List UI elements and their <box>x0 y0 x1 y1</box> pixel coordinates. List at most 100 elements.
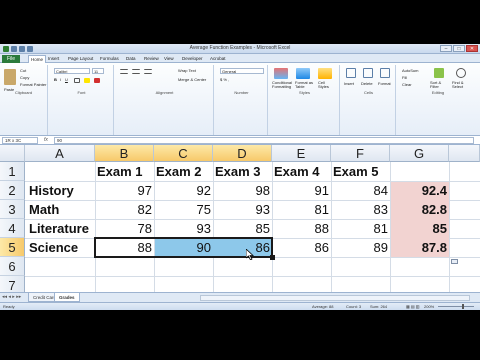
horizontal-scrollbar[interactable] <box>200 295 470 301</box>
clear-button[interactable]: Clear <box>402 82 412 87</box>
wrap-text-button[interactable]: Wrap Text <box>178 68 196 73</box>
cell-header[interactable]: Exam 2 <box>156 162 202 181</box>
row-header[interactable]: 1 <box>0 162 25 181</box>
sheet-nav-arrows-icon[interactable]: ◂◂ ◂ ▸ ▸▸ <box>2 294 21 300</box>
cell-score[interactable]: 82 <box>95 200 152 219</box>
format-painter-button[interactable]: Format Painter <box>20 82 46 87</box>
paste-icon[interactable] <box>4 69 16 85</box>
column-header-g[interactable]: G <box>390 145 449 162</box>
insert-cells-icon[interactable] <box>346 68 356 78</box>
font-size-select[interactable]: 11 <box>92 68 104 74</box>
tab-insert[interactable]: Insert <box>48 55 59 63</box>
autosum-button[interactable]: AutoSum <box>402 68 418 73</box>
cell-score[interactable]: 92 <box>154 181 211 200</box>
conditional-formatting-icon[interactable] <box>274 68 288 79</box>
cell-header[interactable]: Exam 1 <box>97 162 143 181</box>
zoom-level[interactable]: 200% <box>424 304 434 309</box>
format-table-icon[interactable] <box>296 68 310 79</box>
merge-center-button[interactable]: Merge & Center <box>178 77 206 82</box>
quick-analysis-icon[interactable] <box>451 259 458 264</box>
cell-score[interactable]: 78 <box>95 219 152 238</box>
sheet-tab-grades[interactable]: Grades <box>54 293 80 302</box>
cell-score[interactable]: 81 <box>272 200 329 219</box>
column-header-d[interactable]: D <box>213 145 272 162</box>
close-button[interactable]: ✕ <box>466 45 478 52</box>
conditional-formatting-button[interactable]: Conditional Formatting <box>272 81 292 89</box>
cell-score-selected[interactable]: 88 <box>95 238 152 257</box>
italic-icon[interactable]: I <box>60 77 61 82</box>
align-middle-icon[interactable] <box>132 69 140 74</box>
format-table-button[interactable]: Format as Table <box>295 81 315 89</box>
select-all-corner[interactable] <box>0 145 25 162</box>
cell-average[interactable]: 82.8 <box>390 200 447 219</box>
cut-button[interactable]: Cut <box>20 68 26 73</box>
fill-color-icon[interactable] <box>84 78 90 83</box>
column-header-e[interactable]: E <box>272 145 331 162</box>
cell-header[interactable]: Exam 4 <box>274 162 320 181</box>
tab-file[interactable]: File <box>2 55 20 63</box>
column-header-b[interactable]: B <box>95 145 154 162</box>
cell-average[interactable]: 92.4 <box>390 181 447 200</box>
find-select-button[interactable]: Find & Select <box>452 81 474 89</box>
tab-view[interactable]: View <box>164 55 174 63</box>
row-header[interactable]: 2 <box>0 181 25 200</box>
column-header-h[interactable] <box>449 145 480 162</box>
cell-subject[interactable]: Math <box>29 200 59 219</box>
font-name-select[interactable]: Calibri <box>54 68 90 74</box>
cell-score[interactable]: 81 <box>331 219 388 238</box>
borders-icon[interactable] <box>74 78 80 83</box>
cell-score[interactable]: 98 <box>213 181 270 200</box>
cell-score[interactable]: 93 <box>213 200 270 219</box>
cell-subject[interactable]: Science <box>29 238 78 257</box>
cell-subject[interactable]: History <box>29 181 74 200</box>
cell-average[interactable]: 87.8 <box>390 238 447 257</box>
row-header[interactable]: 6 <box>0 257 25 276</box>
cell-score[interactable]: 84 <box>331 181 388 200</box>
underline-icon[interactable]: U <box>65 77 68 82</box>
cell-styles-icon[interactable] <box>318 68 332 79</box>
cell-score[interactable]: 75 <box>154 200 211 219</box>
name-box[interactable]: 1R x 3C <box>2 137 38 144</box>
align-top-icon[interactable] <box>120 69 128 74</box>
formula-input[interactable]: 90 <box>54 137 474 144</box>
tab-home[interactable]: Home <box>28 55 47 63</box>
tab-acrobat[interactable]: Acrobat <box>210 55 226 63</box>
cell-score[interactable]: 93 <box>154 219 211 238</box>
number-format-select[interactable]: General <box>220 68 264 74</box>
cell-average[interactable]: 85 <box>390 219 447 238</box>
sort-filter-button[interactable]: Sort & Filter <box>430 81 450 89</box>
format-button[interactable]: Format <box>378 81 391 86</box>
tab-formulas[interactable]: Formulas <box>100 55 119 63</box>
delete-button[interactable]: Delete <box>361 81 373 86</box>
tab-data[interactable]: Data <box>126 55 136 63</box>
column-header-a[interactable]: A <box>25 145 95 162</box>
view-buttons-icon[interactable]: ▦ ▤ ▥ <box>406 304 420 309</box>
cell-score-selected[interactable]: 86 <box>213 238 270 257</box>
zoom-slider-thumb[interactable] <box>462 304 464 309</box>
column-header-f[interactable]: F <box>331 145 390 162</box>
format-cells-icon[interactable] <box>380 68 390 78</box>
cell-score[interactable]: 83 <box>331 200 388 219</box>
column-header-c[interactable]: C <box>154 145 213 162</box>
find-select-icon[interactable] <box>456 68 466 78</box>
cell-subject[interactable]: Literature <box>29 219 89 238</box>
delete-cells-icon[interactable] <box>363 68 373 78</box>
cell-styles-button[interactable]: Cell Styles <box>318 81 336 89</box>
cell-score[interactable]: 88 <box>272 219 329 238</box>
bold-icon[interactable]: B <box>54 77 57 82</box>
fill-button[interactable]: Fill <box>402 75 407 80</box>
insert-button[interactable]: Insert <box>344 81 354 86</box>
sort-filter-icon[interactable] <box>434 68 444 78</box>
tab-review[interactable]: Review <box>144 55 159 63</box>
cell-score[interactable]: 86 <box>272 238 329 257</box>
cell-score[interactable]: 85 <box>213 219 270 238</box>
align-bottom-icon[interactable] <box>144 69 152 74</box>
cell-score[interactable]: 91 <box>272 181 329 200</box>
tab-developer[interactable]: Developer <box>182 55 203 63</box>
cell-score-selected[interactable]: 90 <box>154 238 211 257</box>
cell-score[interactable]: 97 <box>95 181 152 200</box>
cell-header[interactable]: Exam 3 <box>215 162 261 181</box>
row-header-selected[interactable]: 5 <box>0 238 25 257</box>
currency-icon[interactable]: $ % , <box>220 77 229 82</box>
zoom-slider[interactable] <box>438 306 474 307</box>
